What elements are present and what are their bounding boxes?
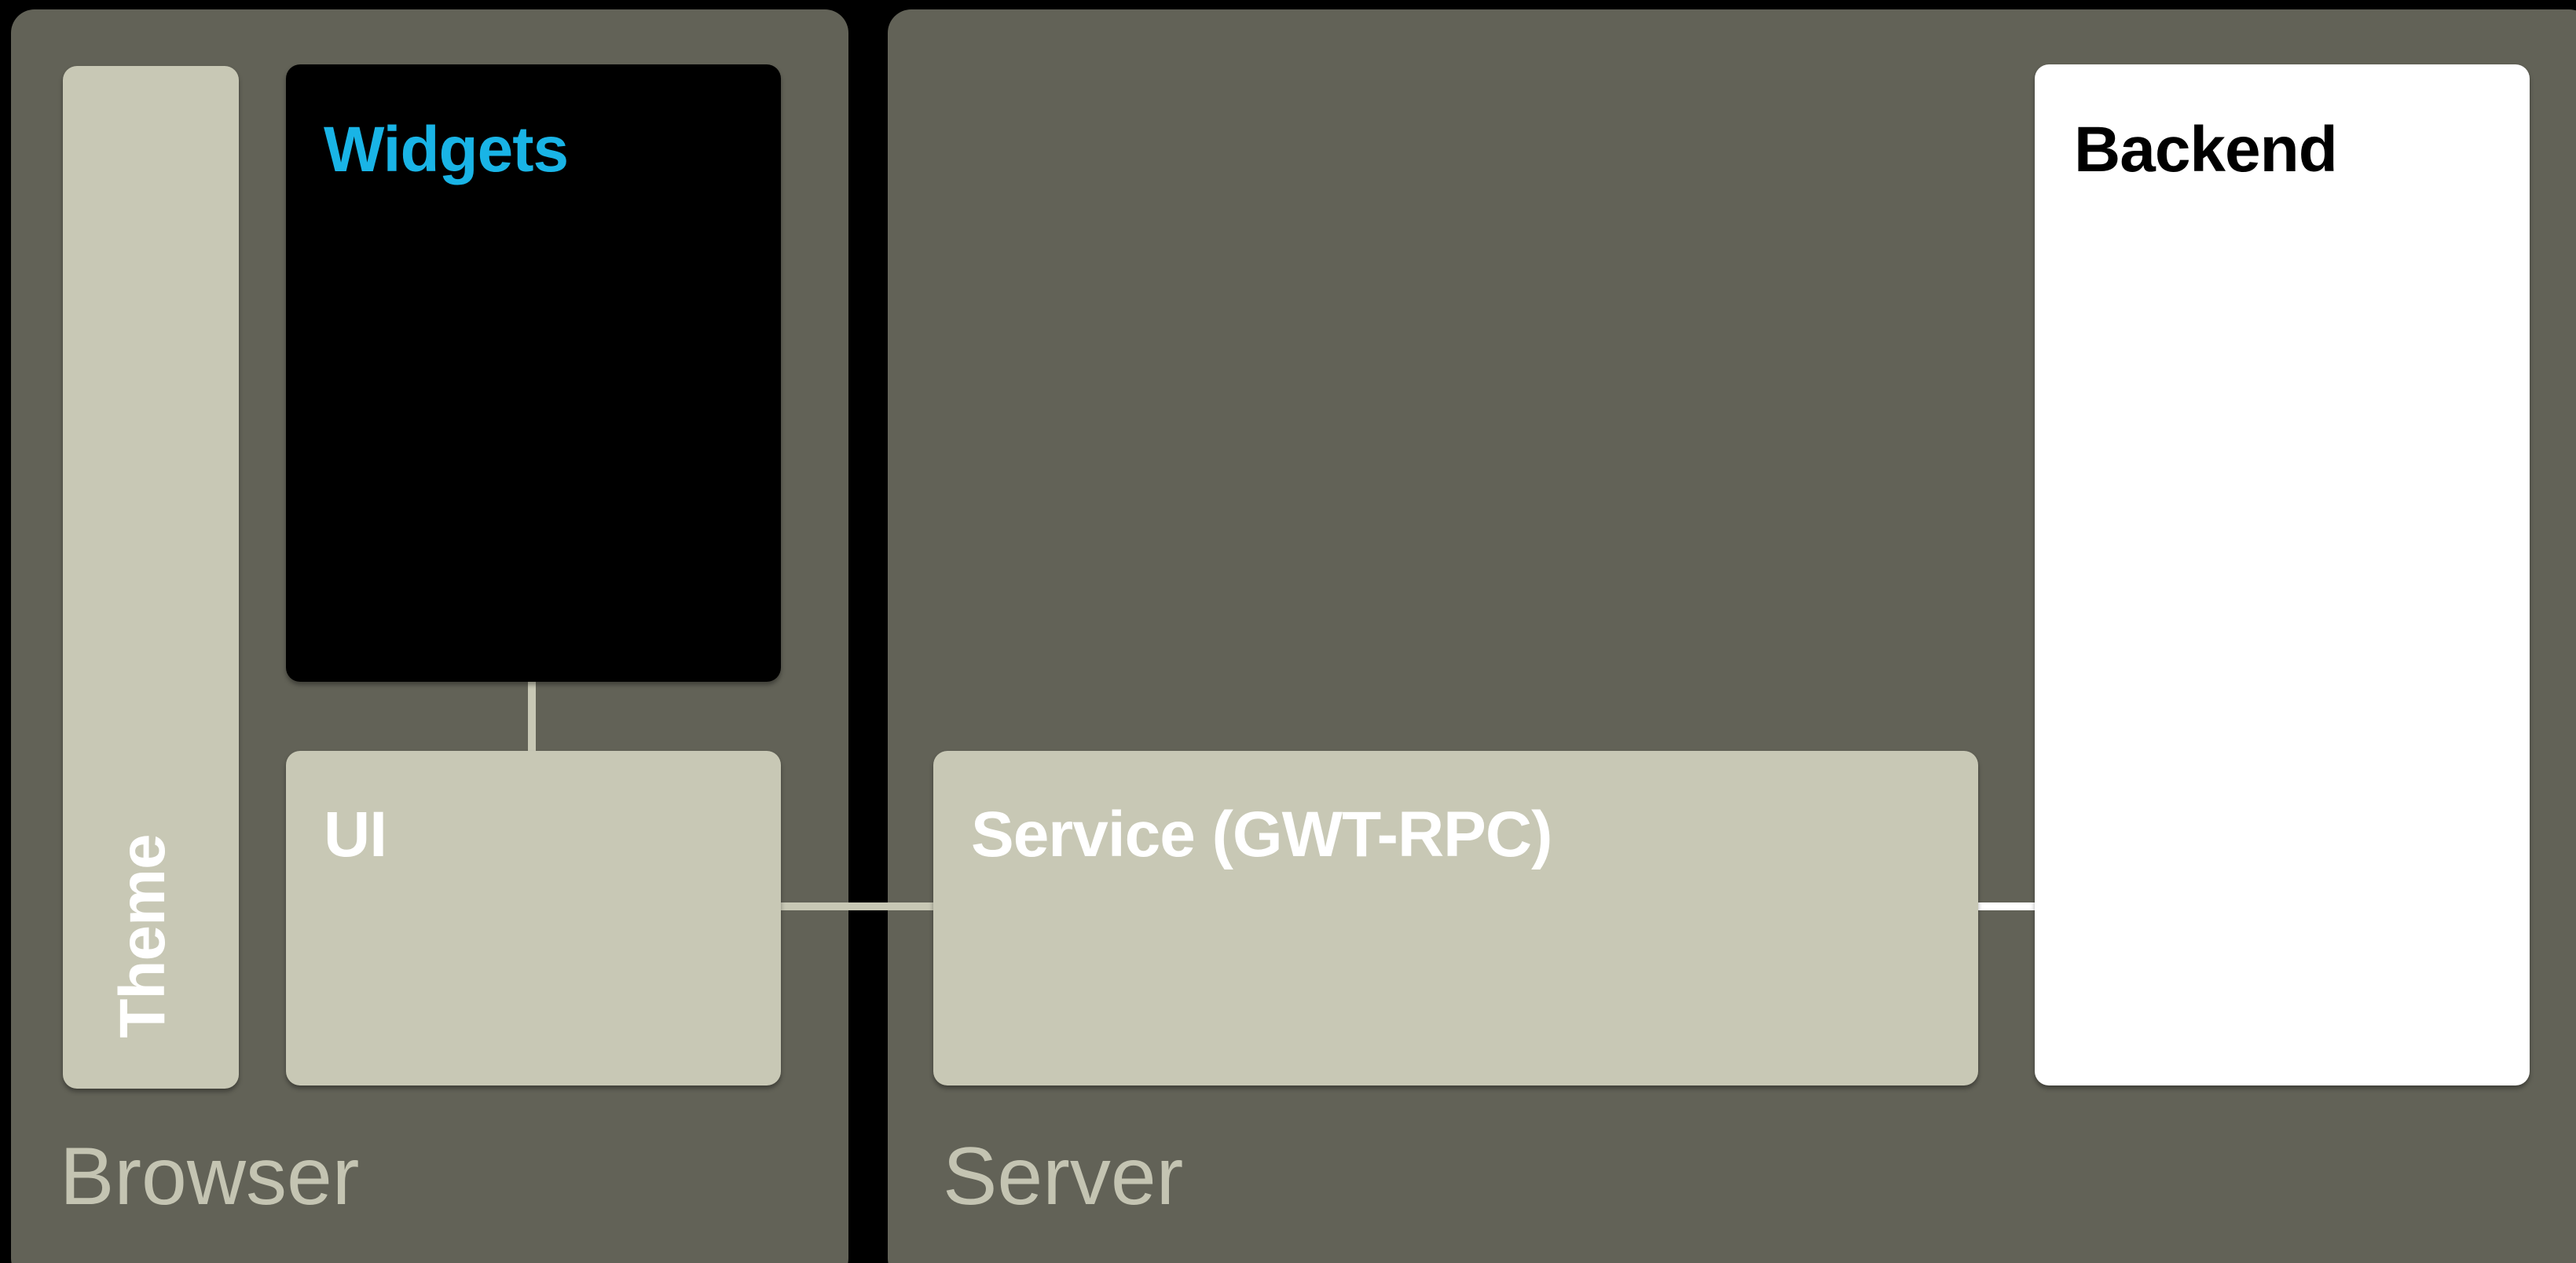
backend-box bbox=[2035, 64, 2530, 1085]
ui-box-title: UI bbox=[324, 799, 387, 870]
theme-box-label: Theme bbox=[107, 834, 178, 1038]
ui-service-connector bbox=[781, 902, 933, 910]
server-panel-label: Server bbox=[943, 1131, 1184, 1222]
widgets-box-title: Widgets bbox=[324, 114, 569, 185]
widgets-ui-connector bbox=[528, 682, 536, 751]
backend-box-title: Backend bbox=[2074, 114, 2338, 185]
service-box-title: Service (GWT-RPC) bbox=[971, 799, 1552, 870]
service-backend-connector bbox=[1978, 902, 2035, 910]
browser-panel-label: Browser bbox=[60, 1131, 360, 1222]
